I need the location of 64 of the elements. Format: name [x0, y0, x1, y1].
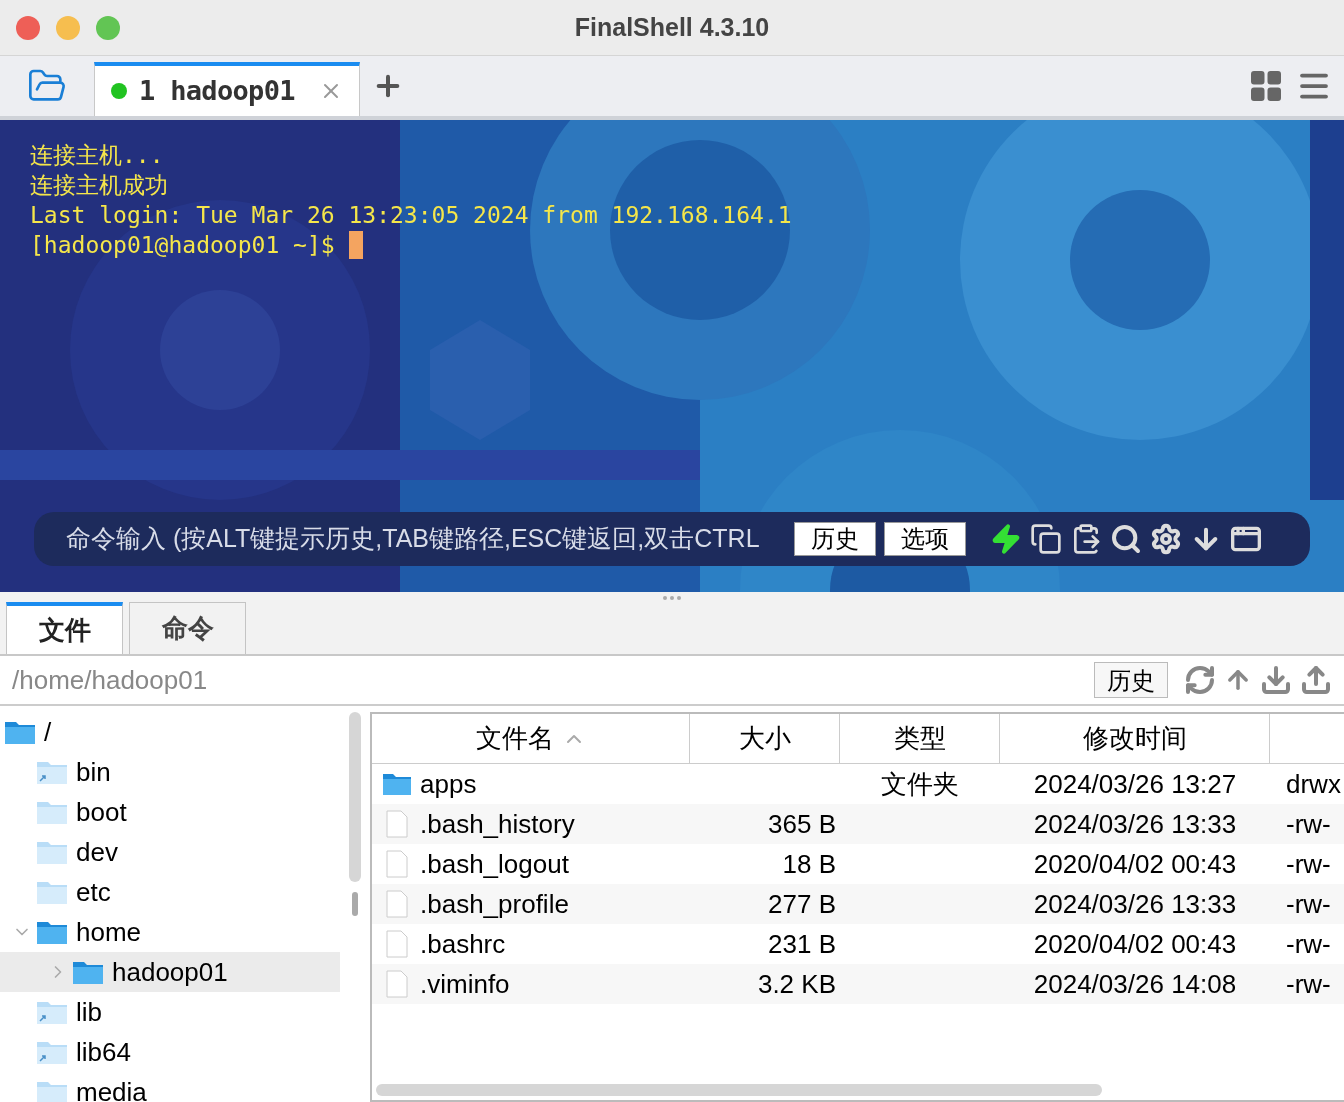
tree-item[interactable]: lib: [76, 992, 102, 1032]
modified-time: 2024/03/26 13:27: [1033, 768, 1237, 799]
path-field[interactable]: /home/hadoop01: [0, 660, 1094, 700]
permissions: -rw-: [1286, 928, 1331, 959]
permissions: -rw-: [1286, 888, 1331, 919]
tree-item[interactable]: boot: [76, 792, 127, 832]
copy-icon[interactable]: [1030, 523, 1062, 555]
tree-item[interactable]: home: [76, 912, 142, 952]
file-size: 18 B: [782, 848, 836, 879]
splitter-handle-icon[interactable]: [352, 892, 358, 916]
search-icon[interactable]: [1110, 523, 1142, 555]
grid-icon[interactable]: [1248, 68, 1284, 104]
file-type: 文件夹: [881, 768, 959, 799]
file-name[interactable]: .bashrc: [420, 924, 506, 964]
tree-item[interactable]: dev: [76, 832, 118, 872]
download-icon[interactable]: [1260, 664, 1292, 696]
file-size: 3.2 KB: [757, 968, 836, 999]
tree-item[interactable]: bin: [76, 752, 111, 792]
command-bar-button[interactable]: 选项: [884, 522, 966, 556]
session-tab[interactable]: 1 hadoop01: [94, 62, 360, 116]
tree-item[interactable]: /: [44, 712, 52, 752]
column-header[interactable]: 修改时间: [1000, 714, 1270, 763]
column-header[interactable]: 文件名: [372, 714, 690, 763]
terminal-prompt: [hadoop01@hadoop01 ~]$: [30, 231, 336, 260]
column-header[interactable]: 大小: [690, 714, 840, 763]
file-name[interactable]: .bash_logout: [420, 844, 569, 884]
tab-label: 1 hadoop01: [139, 73, 295, 108]
refresh-icon[interactable]: [1184, 664, 1216, 696]
file-name[interactable]: apps: [420, 764, 477, 804]
scrollbar[interactable]: [349, 712, 361, 882]
file-name[interactable]: .bash_profile: [420, 884, 569, 924]
terminal-line: Last login: Tue Mar 26 13:23:05 2024 from 192.168.164.1: [30, 201, 792, 230]
command-input[interactable]: 命令输入 (按ALT键提示历史,TAB键路径,ESC键返回,双击CTRL: [66, 520, 786, 558]
window-title: FinalShell 4.3.10: [574, 11, 770, 43]
close-button[interactable]: [16, 15, 40, 40]
modified-time: 2024/03/26 14:08: [1033, 968, 1237, 999]
modified-time: 2020/04/02 00:43: [1033, 928, 1237, 959]
permissions: -rw-: [1286, 808, 1331, 839]
settings-icon[interactable]: [1150, 523, 1182, 555]
file-size: 365 B: [768, 808, 836, 839]
permissions: -rw-: [1286, 968, 1331, 999]
permissions: drwx: [1286, 768, 1341, 799]
horizontal-scrollbar[interactable]: [376, 1084, 1102, 1096]
terminal-line: 连接主机成功: [30, 171, 168, 200]
file-size: 277 B: [768, 888, 836, 919]
modified-time: 2024/03/26 13:33: [1033, 808, 1237, 839]
history-button[interactable]: 历史: [1094, 662, 1168, 698]
tree-item[interactable]: lib64: [76, 1032, 131, 1072]
lightning-icon[interactable]: [990, 523, 1022, 555]
permissions: -rw-: [1286, 848, 1331, 879]
upload-icon[interactable]: [1300, 664, 1332, 696]
command-bar-button[interactable]: 历史: [794, 522, 876, 556]
tree-item[interactable]: media: [76, 1072, 147, 1102]
tree-item[interactable]: etc: [76, 872, 111, 912]
modified-time: 2024/03/26 13:33: [1033, 888, 1237, 919]
file-name[interactable]: .bash_history: [420, 804, 575, 844]
modified-time: 2020/04/02 00:43: [1033, 848, 1237, 879]
zoom-button[interactable]: [96, 15, 120, 40]
terminal-line: 连接主机...: [30, 141, 164, 170]
file-name[interactable]: .viminfo: [420, 964, 510, 1004]
file-size: 231 B: [768, 928, 836, 959]
column-header[interactable]: 类型: [840, 714, 1000, 763]
panel-tab[interactable]: 文件: [6, 602, 123, 654]
panel-tab[interactable]: 命令: [129, 602, 246, 654]
